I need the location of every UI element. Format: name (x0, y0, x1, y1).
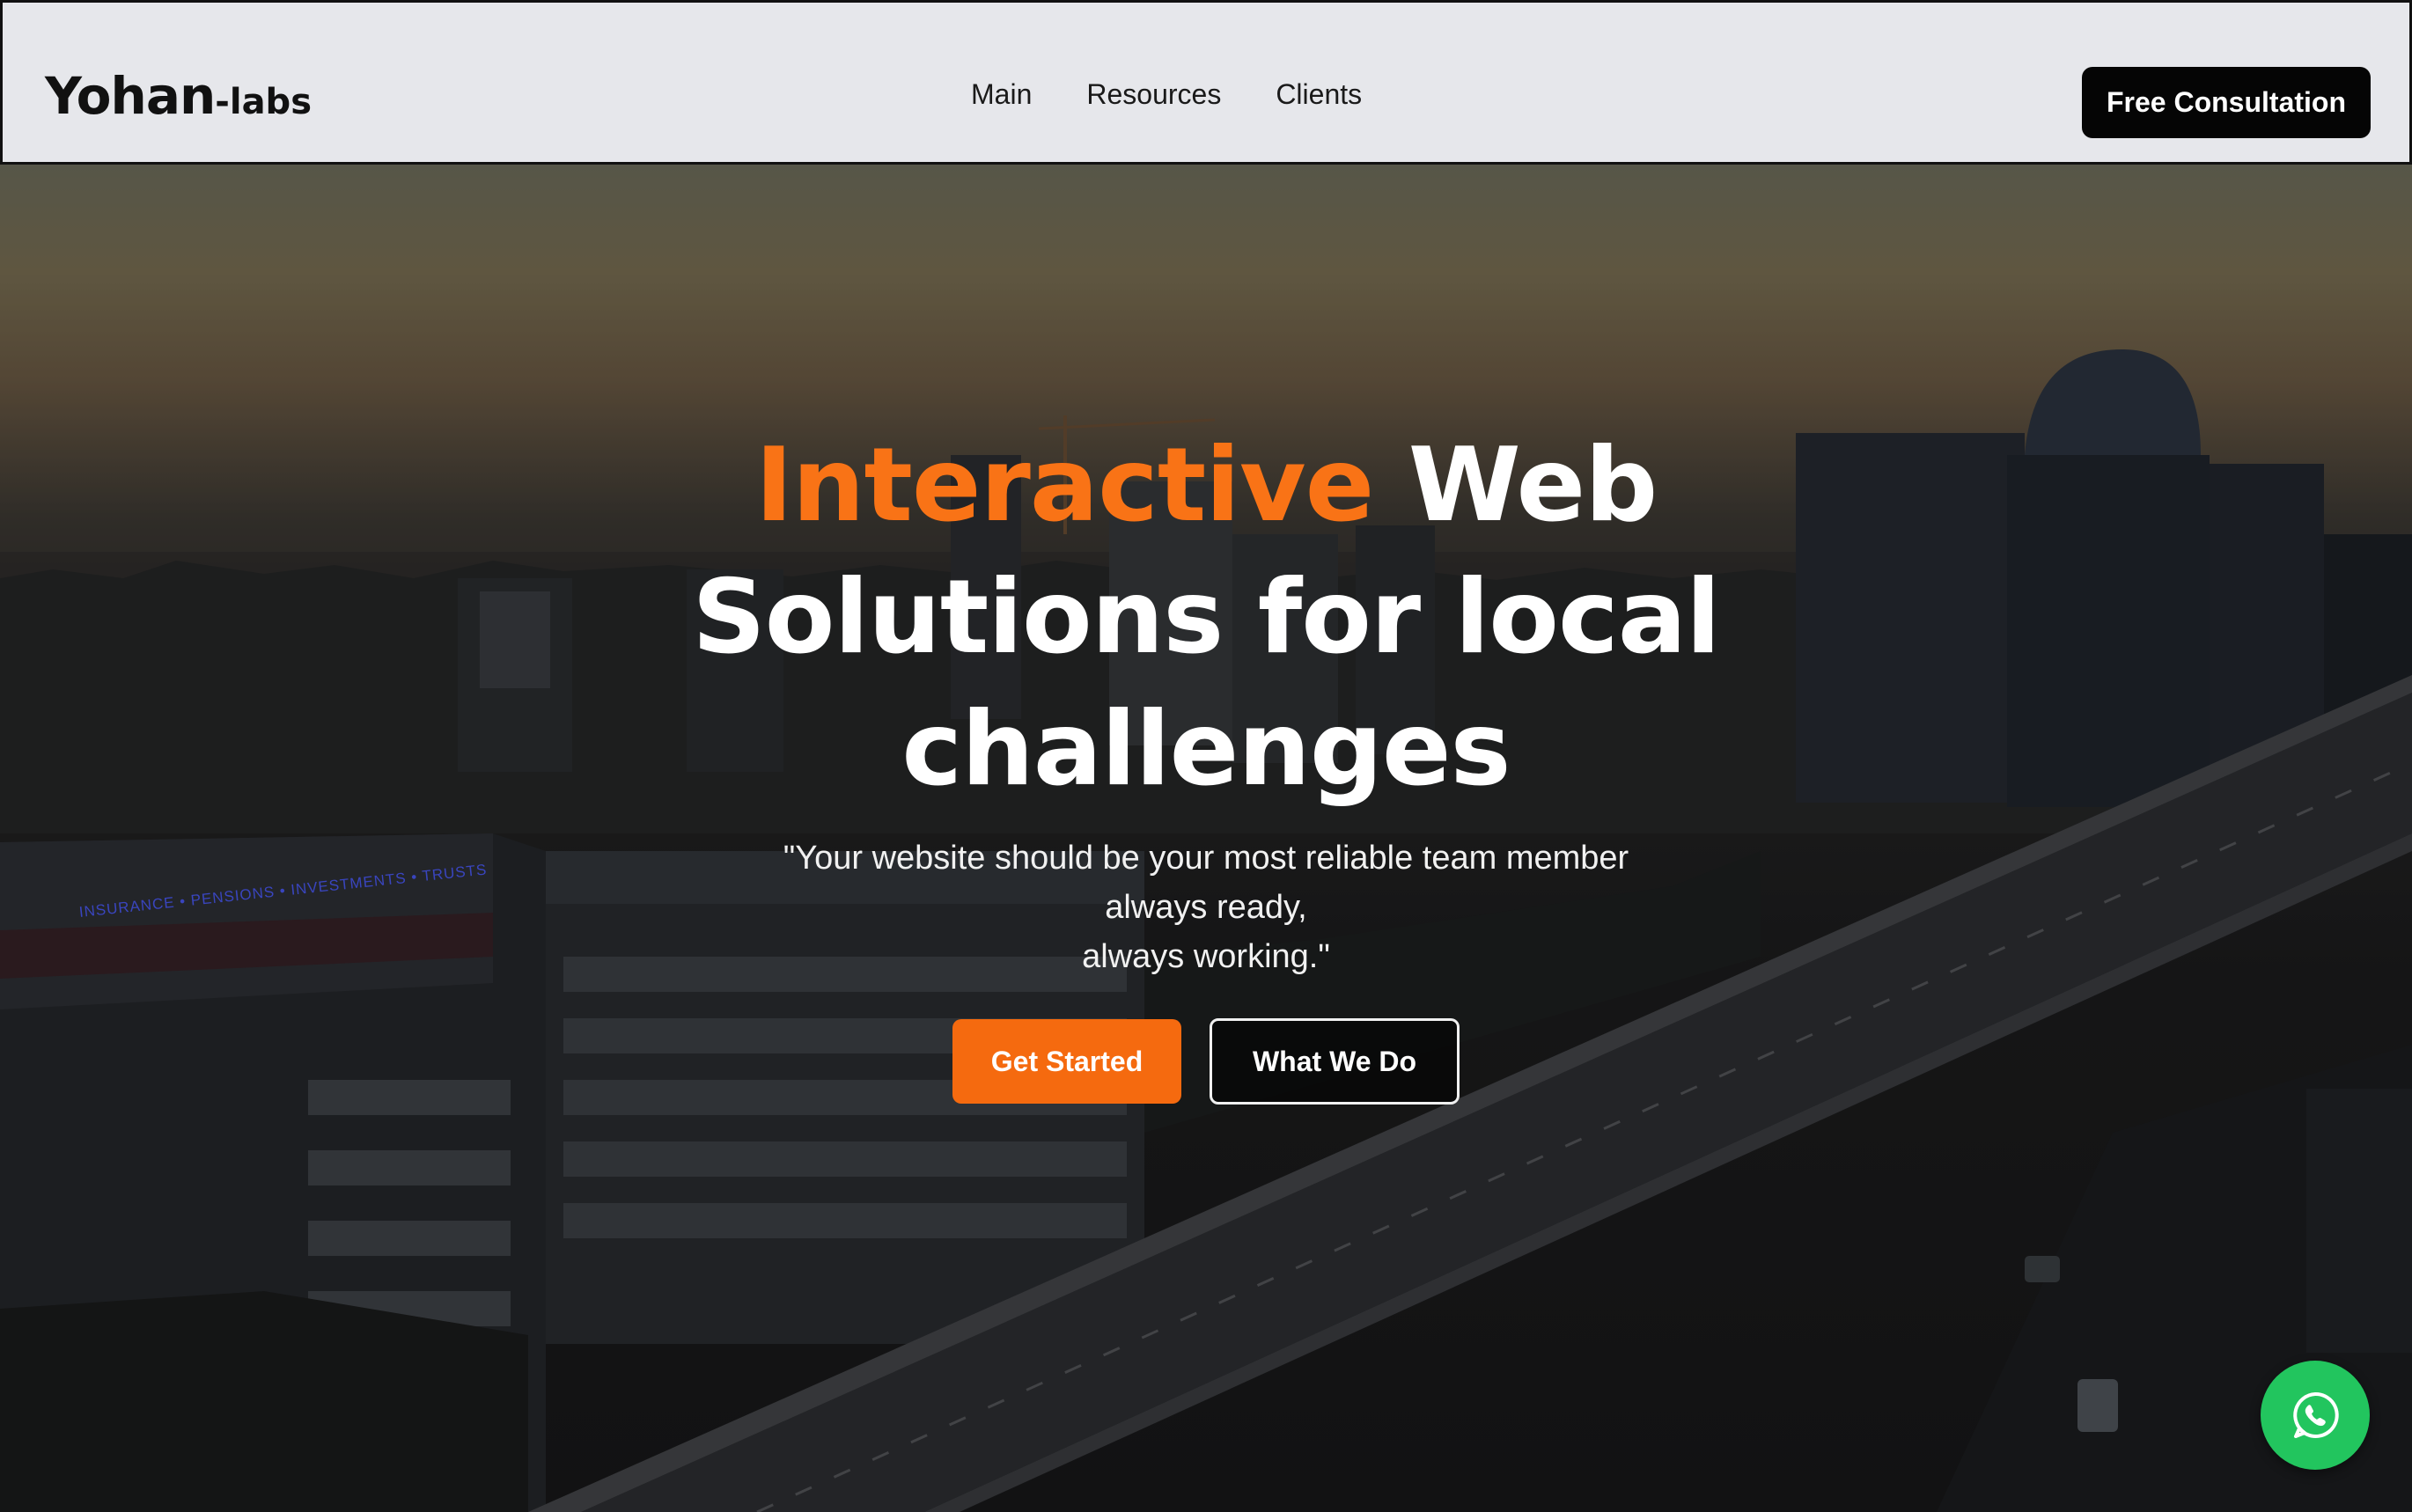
get-started-button[interactable]: Get Started (952, 1019, 1181, 1104)
hero-quote-line-3: always working." (1082, 938, 1330, 975)
nav-link-clients[interactable]: Clients (1276, 78, 1362, 111)
whatsapp-chat-button[interactable] (2261, 1361, 2370, 1470)
hero-quote-line-1: "Your website should be your most reliab… (783, 840, 1629, 877)
hero-title-line-2: Solutions for local (692, 558, 1721, 677)
free-consultation-button[interactable]: Free Consultation (2082, 67, 2371, 138)
brand-name: Yohan (45, 66, 216, 126)
hero-title-accent: Interactive (754, 426, 1375, 545)
hero-section: INSURANCE • PENSIONS • INVESTMENTS • TRU… (0, 165, 2412, 1512)
hero-quote-line-2: always ready, (1105, 889, 1307, 926)
main-nav: Main Resources Clients (971, 78, 1362, 111)
hero-quote: "Your website should be your most reliab… (678, 833, 1734, 981)
hero-title: Interactive Web Solutions for local chal… (678, 420, 1734, 816)
brand-suffix: -labs (215, 82, 312, 122)
nav-link-main[interactable]: Main (971, 78, 1032, 111)
hero-title-part-1: Web (1373, 426, 1658, 545)
brand-logo[interactable]: Yohan -labs (45, 66, 312, 128)
whatsapp-icon (2293, 1391, 2339, 1438)
navbar: Yohan -labs Main Resources Clients Free … (0, 0, 2412, 165)
what-we-do-button[interactable]: What We Do (1210, 1018, 1460, 1105)
hero-title-line-3: challenges (901, 690, 1511, 809)
nav-link-resources[interactable]: Resources (1086, 78, 1221, 111)
